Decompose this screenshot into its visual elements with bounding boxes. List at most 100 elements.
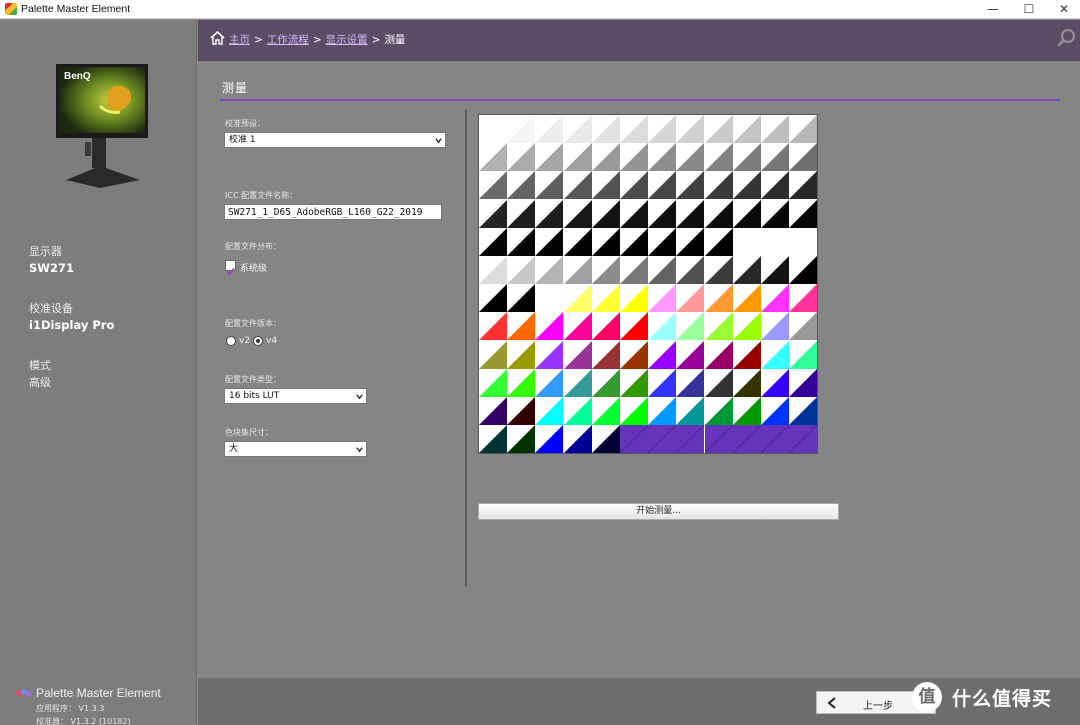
- color-patch: [591, 397, 620, 425]
- display-value: SW271: [29, 261, 74, 275]
- color-patch: [620, 227, 648, 256]
- title-underline: [220, 99, 1060, 101]
- breadcrumb-separator: >: [254, 34, 263, 46]
- color-patch: [761, 115, 789, 143]
- color-patch: [591, 425, 620, 454]
- close-button[interactable]: ✕: [1050, 1, 1078, 18]
- color-patch: [535, 143, 564, 172]
- maximize-button[interactable]: ☐: [1015, 1, 1043, 18]
- chevron-left-icon: [827, 697, 836, 709]
- color-patch: [761, 312, 789, 341]
- color-patch: [732, 256, 761, 284]
- color-patch: [479, 115, 507, 143]
- search-icon[interactable]: [1056, 28, 1076, 48]
- breadcrumb-workflow[interactable]: 工作流程: [267, 34, 309, 46]
- system-level-checkbox[interactable]: [225, 260, 236, 276]
- monitor-image: BenQ: [56, 64, 148, 188]
- profile-type-select[interactable]: 16 bits LUT: [224, 388, 367, 404]
- breadcrumb-home[interactable]: 主页: [229, 34, 250, 46]
- color-patch: [704, 227, 733, 256]
- color-patch: [507, 340, 536, 369]
- calibration-preset-select[interactable]: 校准 1: [224, 132, 446, 148]
- color-patch: [676, 312, 705, 341]
- home-icon[interactable]: [210, 31, 225, 45]
- color-patch: [761, 199, 789, 228]
- profile-version-label: 配置文件版本：: [225, 319, 281, 328]
- color-patch: [676, 284, 705, 313]
- color-patch: [648, 312, 677, 341]
- breadcrumb-current: 测量: [384, 34, 406, 46]
- color-patch: [704, 312, 733, 341]
- color-patch: [620, 368, 648, 397]
- color-patch: [761, 284, 789, 313]
- color-patch: [479, 199, 507, 228]
- color-patch: [563, 199, 592, 228]
- color-patch: [732, 171, 761, 200]
- color-patch: [761, 397, 789, 425]
- color-patch: [789, 115, 818, 143]
- color-patch: [761, 143, 789, 172]
- color-patch: [789, 143, 818, 172]
- color-patch: [479, 256, 507, 284]
- palette-logo-icon: [16, 689, 32, 697]
- breadcrumb: 主页 > 工作流程 > 显示设置 > 测量: [229, 32, 405, 47]
- color-patch: [704, 425, 733, 454]
- watermark-logo: 值: [912, 682, 942, 712]
- color-patch: [704, 284, 733, 313]
- color-patch: [620, 115, 648, 143]
- color-patch: [761, 171, 789, 200]
- color-patch: [648, 340, 677, 369]
- color-patch: [591, 199, 620, 228]
- color-patch: [507, 115, 536, 143]
- header: 主页 > 工作流程 > 显示设置 > 测量: [198, 20, 1080, 61]
- color-patch: [676, 199, 705, 228]
- profile-type-value: 16 bits LUT: [229, 391, 280, 401]
- color-patch-grid: [478, 114, 818, 454]
- breadcrumb-separator: >: [312, 34, 322, 46]
- color-patch: [732, 143, 761, 172]
- color-patch: [648, 199, 677, 228]
- color-patch: [676, 227, 705, 256]
- color-patch: [563, 115, 592, 143]
- color-patch: [591, 284, 620, 313]
- color-patch: [648, 115, 677, 143]
- color-patch: [535, 171, 564, 200]
- color-patch: [507, 143, 536, 172]
- calibration-preset-label: 校准预设：: [225, 119, 265, 128]
- radio-selected-dot: [256, 339, 260, 343]
- color-patch: [732, 284, 761, 313]
- color-patch: [732, 425, 761, 454]
- color-patch: [535, 368, 564, 397]
- color-patch: [648, 368, 677, 397]
- chevron-down-icon: [356, 447, 363, 453]
- color-patch: [789, 368, 818, 397]
- color-patch: [789, 227, 818, 256]
- color-patch: [648, 256, 677, 284]
- color-patch: [704, 340, 733, 369]
- color-patch: [507, 199, 536, 228]
- color-patch: [789, 397, 818, 425]
- radio-v4[interactable]: [253, 336, 263, 346]
- device-label: 校准设备: [29, 302, 73, 315]
- color-patch: [789, 340, 818, 369]
- patch-size-select[interactable]: 大: [224, 441, 367, 457]
- color-patch: [507, 425, 536, 454]
- radio-v2[interactable]: [226, 336, 236, 346]
- color-patch: [761, 256, 789, 284]
- color-patch: [648, 171, 677, 200]
- color-patch: [620, 199, 648, 228]
- color-patch: [563, 340, 592, 369]
- color-patch: [676, 368, 705, 397]
- minimize-button[interactable]: —: [979, 1, 1007, 18]
- breadcrumb-display-settings[interactable]: 显示设置: [326, 34, 368, 46]
- color-patch: [563, 397, 592, 425]
- color-patch: [789, 171, 818, 200]
- start-measurement-button[interactable]: 开始测量...: [478, 503, 839, 520]
- checkmark-icon: [226, 267, 235, 276]
- color-patch: [591, 227, 620, 256]
- icc-name-input[interactable]: SW271_1_D65_AdobeRGB_L160_G22_2019: [224, 204, 442, 220]
- display-label: 显示器: [29, 245, 62, 258]
- engine-version: 校准器： V1.3.2 (10182): [36, 717, 131, 725]
- color-patch: [676, 115, 705, 143]
- color-patch: [479, 143, 507, 172]
